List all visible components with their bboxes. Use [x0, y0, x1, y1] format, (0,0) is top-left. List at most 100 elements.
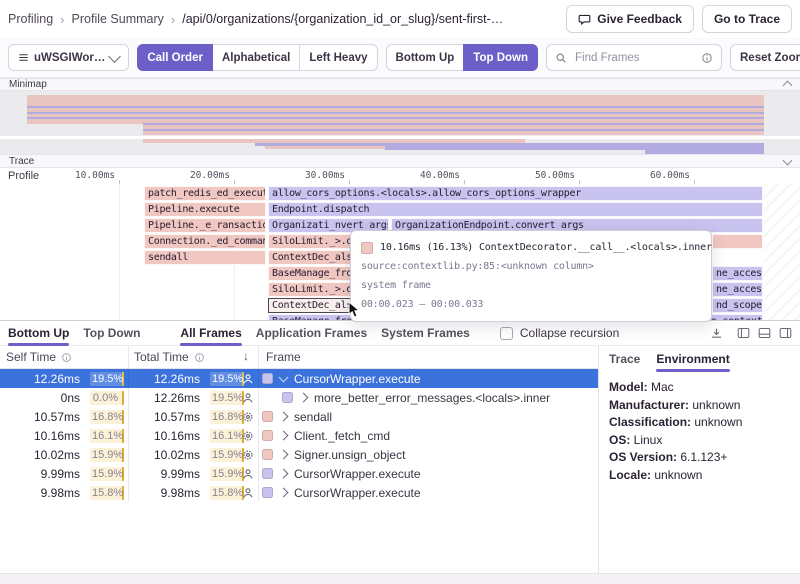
- chevron-right-icon[interactable]: [279, 450, 289, 460]
- flame-frame[interactable]: nd_scopes: [712, 298, 763, 313]
- table-row[interactable]: 10.57ms16.8%10.57ms16.8%sendall: [0, 407, 598, 426]
- flame-frame[interactable]: SiloLimit._>.over: [268, 234, 352, 249]
- thread-selector-label: uWSGIWor…: [34, 52, 105, 64]
- minimap-band: [27, 106, 764, 108]
- direction-top-down-button[interactable]: Top Down: [463, 44, 538, 71]
- flame-frame[interactable]: [712, 234, 763, 249]
- total-time-cell: 12.26ms: [130, 388, 200, 407]
- breadcrumb-profile-summary[interactable]: Profile Summary: [72, 12, 164, 26]
- panel-layout-controls: [710, 327, 792, 340]
- frame-tooltip: 10.16ms (16.13%) ContextDecorator.__call…: [350, 230, 712, 322]
- application-frame-icon: [239, 483, 257, 502]
- frame-column-header[interactable]: Frame: [266, 350, 301, 364]
- flame-frame[interactable]: ne_access: [712, 282, 763, 297]
- tab-application-frames[interactable]: Application Frames: [256, 326, 367, 340]
- sort-call-order-button[interactable]: Call Order: [137, 44, 213, 71]
- chevron-right-icon[interactable]: [299, 393, 309, 403]
- flamegraph-out-of-range-hatch: [764, 184, 800, 320]
- go-to-trace-label: Go to Trace: [714, 12, 780, 26]
- table-row[interactable]: 9.98ms15.8%9.98ms15.8%CursorWrapper.exec…: [0, 483, 598, 502]
- flame-frame[interactable]: BaseManage_from_c: [268, 266, 352, 281]
- frame-name: Signer.unsign_object: [294, 448, 405, 462]
- trace-header[interactable]: Trace: [0, 154, 800, 168]
- flame-frame[interactable]: Pipeline._e_ransaction: [144, 218, 266, 233]
- axis-tick: 50.00ms: [507, 170, 575, 181]
- details-tab-trace[interactable]: Trace: [609, 352, 640, 366]
- tab-all-frames[interactable]: All Frames: [180, 326, 241, 340]
- direction-bottom-up-button[interactable]: Bottom Up: [386, 44, 465, 71]
- axis-tick: 30.00ms: [277, 170, 345, 181]
- chevron-right-icon[interactable]: [279, 431, 289, 441]
- tab-top-down[interactable]: Top Down: [83, 326, 140, 340]
- frame-name-cell: sendall: [262, 407, 594, 426]
- tab-system-frames[interactable]: System Frames: [381, 326, 470, 340]
- frame-tab-strip: Bottom Up Top Down All Frames Application …: [0, 321, 800, 346]
- flame-frame[interactable]: ContextDec_als>.i: [268, 298, 352, 313]
- collapse-recursion-checkbox[interactable]: [500, 327, 513, 340]
- frame-name-cell: Signer.unsign_object: [262, 445, 594, 464]
- table-row[interactable]: 9.99ms15.9%9.99ms15.9%CursorWrapper.exec…: [0, 464, 598, 483]
- feedback-bubble-icon: [578, 13, 591, 26]
- flame-frame[interactable]: sendall: [144, 250, 266, 265]
- flame-frame[interactable]: ContextDec_als>.i: [268, 250, 352, 265]
- sort-alphabetical-button[interactable]: Alphabetical: [212, 44, 300, 71]
- environment-field: Classification: unknown: [609, 414, 790, 432]
- minimap-band: [143, 129, 764, 131]
- flame-frame[interactable]: Connection._ed_command: [144, 234, 266, 249]
- table-row[interactable]: 0ns0.0%12.26ms19.5%more_better_error_mes…: [0, 388, 598, 407]
- self-time-column-header[interactable]: Self Time: [6, 350, 72, 364]
- table-row[interactable]: 12.26ms19.5%12.26ms19.5%CursorWrapper.ex…: [0, 369, 598, 388]
- self-time-cell: 0ns: [0, 388, 80, 407]
- thread-list-icon: [18, 52, 29, 63]
- system-frame-icon: [239, 407, 257, 426]
- profiling-app: Profiling › Profile Summary › /api/0/org…: [0, 0, 800, 584]
- self-time-cell: 9.99ms: [0, 464, 80, 483]
- go-to-trace-button[interactable]: Go to Trace: [702, 5, 792, 33]
- frame-name: Client._fetch_cmd: [294, 429, 390, 443]
- chevron-down-icon[interactable]: [279, 373, 289, 383]
- flame-frame[interactable]: Endpoint.dispatch: [268, 202, 763, 217]
- minimap-band: [27, 112, 764, 114]
- breadcrumb-profiling[interactable]: Profiling: [8, 12, 53, 26]
- self-time-percent-cell: 19.5%: [90, 369, 124, 388]
- collapse-trace-icon[interactable]: [783, 155, 793, 165]
- horizontal-scrollbar-track[interactable]: [0, 573, 800, 584]
- frame-name-cell: CursorWrapper.execute: [262, 464, 594, 483]
- flame-frame[interactable]: patch_redis_ed_execute: [144, 186, 266, 201]
- flame-frame[interactable]: ne_access: [712, 266, 763, 281]
- collapse-recursion-control[interactable]: Collapse recursion: [500, 326, 619, 340]
- sort-left-heavy-button[interactable]: Left Heavy: [299, 44, 377, 71]
- minimap-canvas[interactable]: [0, 91, 800, 154]
- details-tab-environment[interactable]: Environment: [656, 352, 729, 366]
- minimap-title: Minimap: [9, 79, 47, 90]
- collapse-minimap-icon[interactable]: [783, 81, 793, 91]
- search-input[interactable]: [573, 51, 695, 65]
- chevron-right-icon[interactable]: [279, 488, 289, 498]
- give-feedback-button[interactable]: Give Feedback: [566, 5, 694, 33]
- dock-right-icon[interactable]: [779, 327, 792, 339]
- thread-selector-dropdown[interactable]: uWSGIWor…: [8, 44, 129, 71]
- page-header: Profiling › Profile Summary › /api/0/org…: [0, 0, 800, 38]
- tooltip-time-range: 00:00.023 — 00:00.033: [361, 295, 701, 314]
- chevron-right-icon[interactable]: [279, 469, 289, 479]
- sort-descending-icon[interactable]: ↓: [243, 349, 249, 363]
- total-time-column-header[interactable]: Total Time: [134, 350, 205, 364]
- dock-bottom-icon[interactable]: [758, 327, 771, 339]
- table-row[interactable]: 10.16ms16.1%10.16ms16.1%Client._fetch_cm…: [0, 426, 598, 445]
- chevron-right-icon[interactable]: [279, 412, 289, 422]
- dock-left-icon[interactable]: [737, 327, 750, 339]
- minimap-band: [27, 117, 764, 119]
- tab-bottom-up[interactable]: Bottom Up: [8, 326, 69, 340]
- column-divider: [128, 346, 129, 502]
- flame-frame[interactable]: allow_cors_options.<locals>.allow_cors_o…: [268, 186, 763, 201]
- environment-fields: Model: MacManufacturer: unknownClassific…: [599, 366, 800, 484]
- flame-frame[interactable]: SiloLimit._>.over: [268, 282, 352, 297]
- reset-zoom-button[interactable]: Reset Zoom: [730, 44, 800, 71]
- minimap-header[interactable]: Minimap: [0, 78, 800, 91]
- flame-frame[interactable]: Pipeline.execute: [144, 202, 266, 217]
- environment-field: OS: Linux: [609, 432, 790, 450]
- table-row[interactable]: 10.02ms15.9%10.02ms15.9%Signer.unsign_ob…: [0, 445, 598, 464]
- download-icon[interactable]: [710, 327, 723, 340]
- total-time-cell: 10.16ms: [130, 426, 200, 445]
- give-feedback-label: Give Feedback: [597, 12, 682, 26]
